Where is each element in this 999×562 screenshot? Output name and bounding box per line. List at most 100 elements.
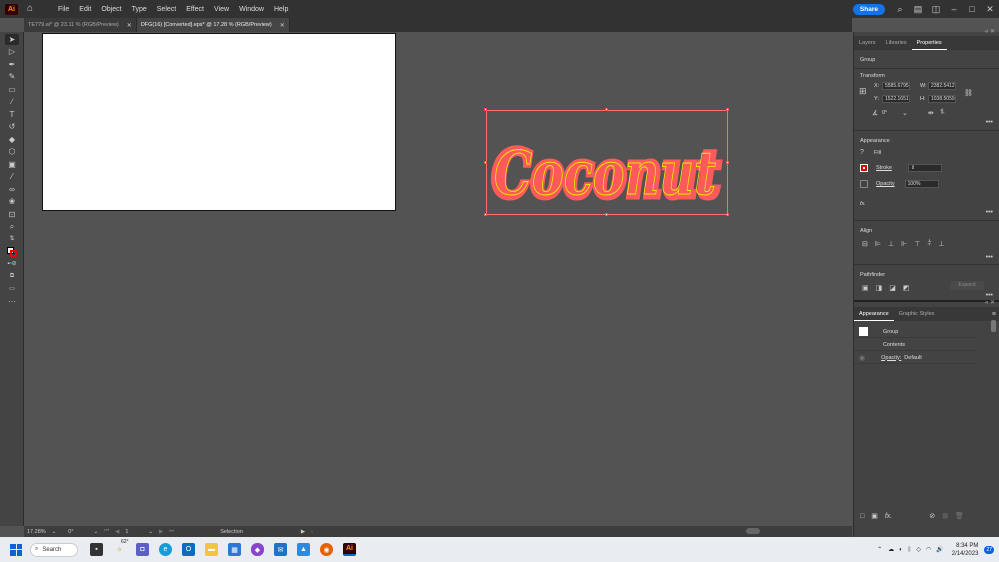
mail-icon[interactable]: ✉: [274, 543, 287, 556]
minus-front-icon[interactable]: ◨: [876, 284, 883, 292]
exclude-icon[interactable]: ◩: [903, 284, 910, 292]
taskbar-search[interactable]: ⌕ Search: [30, 542, 78, 557]
menu-edit[interactable]: Edit: [74, 6, 96, 13]
tab-graphic-styles[interactable]: Graphic Styles: [894, 307, 940, 321]
zoom-dropdown-icon[interactable]: ⌄: [52, 529, 57, 535]
rotation-value[interactable]: 0°: [68, 529, 73, 535]
menu-view[interactable]: View: [209, 6, 234, 13]
gradient-tool-icon[interactable]: ▣: [5, 159, 19, 170]
weather-widget-icon[interactable]: ☼ 62°: [113, 539, 128, 556]
y-field[interactable]: 1522.1651: [882, 95, 910, 103]
menu-help[interactable]: Help: [269, 6, 293, 13]
shape-builder-tool-icon[interactable]: ⬡: [5, 146, 19, 157]
share-button[interactable]: Share: [852, 3, 885, 15]
workspace-switcher-icon[interactable]: ◫: [929, 3, 943, 15]
expand-button[interactable]: Expand: [950, 281, 984, 290]
appearance-more-icon[interactable]: •••: [986, 209, 993, 216]
artboard-nav-prev-icon[interactable]: ◀: [115, 529, 119, 535]
draw-mode-icon[interactable]: ⧉: [5, 271, 19, 282]
align-center-v-icon[interactable]: ⫩: [927, 240, 931, 248]
align-left-icon[interactable]: ⊫: [875, 240, 881, 248]
appearance-row-contents[interactable]: Contents: [854, 339, 976, 351]
arrange-documents-icon[interactable]: ▤: [911, 3, 925, 15]
align-to-icon[interactable]: ⊟: [862, 240, 868, 248]
artboard-nav-next-icon[interactable]: ▶: [159, 529, 163, 535]
close-tab-icon[interactable]: ✕: [127, 22, 132, 29]
selection-tool-icon[interactable]: ➤: [5, 33, 19, 45]
rectangle-tool-icon[interactable]: ▭: [5, 84, 19, 95]
eyedropper-tool-icon[interactable]: ⁄: [5, 171, 19, 182]
wifi-icon[interactable]: ◠: [926, 546, 931, 553]
pen-tool-icon[interactable]: ✒: [5, 59, 19, 70]
close-tab-icon[interactable]: ✕: [280, 22, 285, 29]
angle-dropdown-icon[interactable]: ⌄: [902, 109, 908, 117]
menu-select[interactable]: Select: [152, 6, 181, 13]
menu-window[interactable]: Window: [234, 6, 269, 13]
duplicate-item-icon[interactable]: ⊞: [942, 512, 948, 520]
fill-swatch-icon[interactable]: ?: [860, 149, 870, 156]
volume-icon[interactable]: 🔊: [936, 546, 943, 553]
artboard[interactable]: [42, 33, 396, 211]
flip-vertical-icon[interactable]: ⥮: [940, 109, 945, 117]
handle-middle-right[interactable]: [726, 161, 729, 164]
search-icon[interactable]: ⌕: [893, 3, 907, 15]
status-menu-icon[interactable]: ▶: [301, 529, 305, 535]
angle-field[interactable]: 0°: [882, 110, 902, 116]
constrain-proportions-icon[interactable]: ⛓: [964, 89, 973, 97]
delete-item-icon[interactable]: 🗑: [955, 512, 964, 520]
x-field[interactable]: 5585.6795: [882, 82, 910, 90]
w-field[interactable]: 2382.5412: [928, 82, 956, 90]
fill-stroke-swatch-icon[interactable]: [5, 246, 19, 257]
file-explorer-icon[interactable]: ▬: [205, 543, 218, 556]
rotation-dropdown-icon[interactable]: ⌄: [94, 529, 99, 535]
stroke-weight-field[interactable]: ⇕: [907, 164, 942, 172]
handle-middle-left[interactable]: [484, 161, 487, 164]
outlook-icon[interactable]: O: [182, 543, 195, 556]
transform-more-icon[interactable]: •••: [986, 119, 993, 126]
menu-type[interactable]: Type: [127, 6, 152, 13]
teams-chat-icon[interactable]: ◘: [136, 543, 149, 556]
align-right-icon[interactable]: ⊩: [901, 240, 907, 248]
handle-top-right[interactable]: [726, 108, 729, 111]
handle-top-left[interactable]: [484, 108, 487, 111]
canvas-area[interactable]: Coconut Coconut: [24, 32, 852, 526]
scroll-left-icon[interactable]: ‹: [311, 529, 313, 535]
visibility-eye-icon[interactable]: ◉: [859, 354, 865, 362]
swap-colors-icon[interactable]: ⇅: [5, 234, 19, 245]
clear-appearance-icon[interactable]: ⊘: [929, 512, 935, 520]
appearance-row-group[interactable]: Group: [854, 326, 976, 338]
reference-point-icon[interactable]: ⊞: [859, 86, 867, 97]
menu-effect[interactable]: Effect: [181, 6, 209, 13]
horizontal-scrollbar[interactable]: [746, 528, 760, 534]
pathfinder-more-icon[interactable]: •••: [986, 292, 993, 299]
home-icon[interactable]: ⌂: [27, 4, 37, 14]
artboard-nav-last-icon[interactable]: ⏭: [169, 528, 174, 535]
illustrator-taskbar-icon[interactable]: Ai: [343, 543, 356, 556]
zoom-tool-icon[interactable]: ⌕: [5, 221, 19, 232]
collapse-panel-icon[interactable]: « ✕: [985, 28, 995, 35]
eraser-tool-icon[interactable]: ◆: [5, 134, 19, 145]
align-bottom-icon[interactable]: ⊥: [938, 240, 944, 248]
menu-object[interactable]: Object: [96, 6, 126, 13]
handle-bottom-left[interactable]: [484, 213, 487, 216]
collapse-appearance-panel-icon[interactable]: « ✕: [985, 299, 995, 306]
opacity-label[interactable]: Opacity: [876, 181, 895, 187]
minimize-icon[interactable]: –: [947, 3, 961, 15]
app-icon[interactable]: ◆: [251, 543, 264, 556]
align-top-icon[interactable]: ⊤: [914, 240, 920, 248]
microsoft-store-icon[interactable]: ▦: [228, 543, 241, 556]
zoom-level[interactable]: 17.28%: [27, 529, 46, 535]
artboard-number[interactable]: 1: [125, 529, 128, 535]
opacity-field[interactable]: 100%: [904, 180, 939, 188]
tab-dfg16[interactable]: DFG(16) [Converted].eps* @ 17.28 % (RGB/…: [136, 18, 290, 32]
intersect-icon[interactable]: ◪: [889, 284, 896, 292]
clock[interactable]: 8:34 PM 2/14/2023: [952, 542, 979, 558]
align-more-icon[interactable]: •••: [986, 254, 993, 261]
appearance-row-opacity[interactable]: ◉ Opacity: Default: [854, 352, 976, 364]
handle-top-center[interactable]: [605, 108, 608, 111]
more-tools-icon[interactable]: ···: [5, 296, 19, 307]
add-fill-icon[interactable]: ▣: [871, 512, 878, 520]
photos-icon[interactable]: ▲: [297, 543, 310, 556]
flip-horizontal-icon[interactable]: ⇹: [928, 109, 934, 117]
bluetooth-icon[interactable]: ᛒ: [908, 547, 912, 553]
